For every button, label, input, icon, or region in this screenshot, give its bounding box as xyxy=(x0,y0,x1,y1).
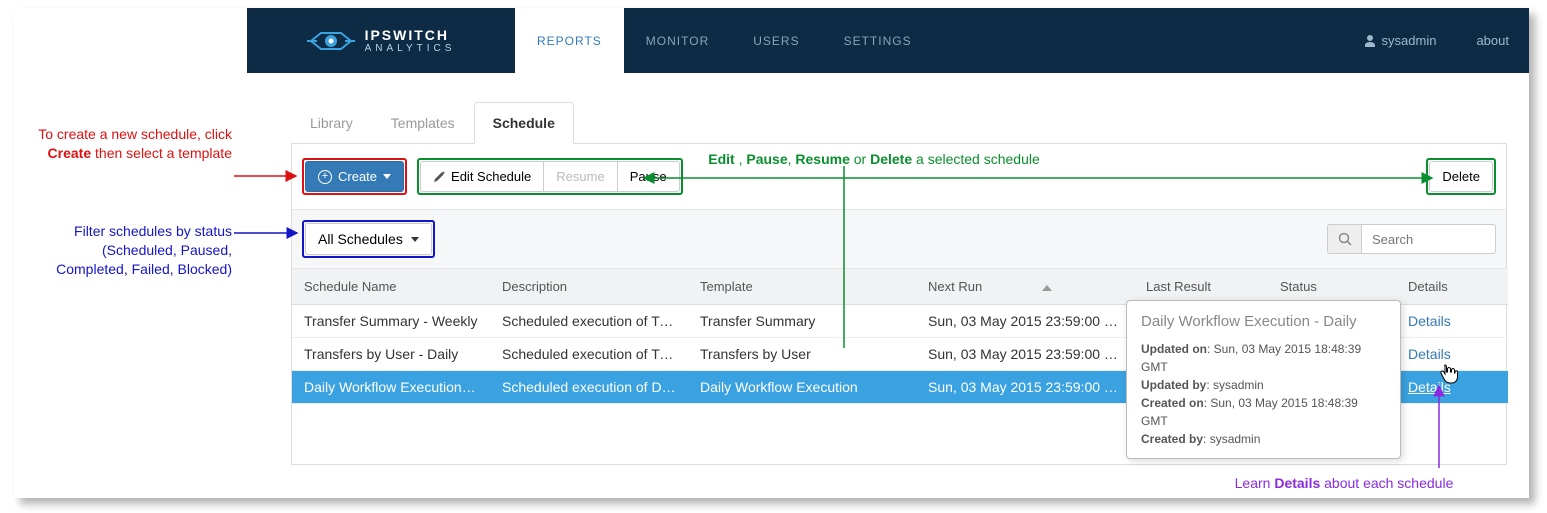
nav-user[interactable]: sysadmin xyxy=(1344,33,1457,48)
subtabs: Library Templates Schedule xyxy=(291,73,1507,144)
tooltip-title: Daily Workflow Execution - Daily xyxy=(1141,311,1386,334)
cell-next: Sun, 03 May 2015 23:59:00 GMT xyxy=(916,305,1134,338)
delete-highlight: Delete xyxy=(1426,158,1496,195)
cell-name: Transfers by User - Daily xyxy=(292,338,490,371)
col-template[interactable]: Template xyxy=(688,269,916,305)
tab-templates[interactable]: Templates xyxy=(372,102,474,144)
top-nav: IPSWITCH ANALYTICS REPORTS MONITOR USERS… xyxy=(14,8,1529,73)
cell-next: Sun, 03 May 2015 23:59:00 GMT xyxy=(916,338,1134,371)
search-input[interactable] xyxy=(1361,224,1496,254)
col-schedule-name[interactable]: Schedule Name xyxy=(292,269,490,305)
filter-row: All Schedules xyxy=(292,209,1506,269)
nav-settings[interactable]: SETTINGS xyxy=(822,8,934,73)
col-details[interactable]: Details xyxy=(1396,269,1490,305)
filter-highlight: All Schedules xyxy=(302,220,435,258)
details-tooltip: Daily Workflow Execution - Daily Updated… xyxy=(1126,300,1401,459)
cell-template: Transfer Summary xyxy=(688,305,916,338)
nav-user-label: sysadmin xyxy=(1382,33,1437,48)
tab-library[interactable]: Library xyxy=(291,102,372,144)
sort-asc-icon xyxy=(1042,285,1052,291)
edit-schedule-button[interactable]: Edit Schedule xyxy=(420,161,544,192)
annotation-create: To create a new schedule, click Create t… xyxy=(32,125,232,163)
annotation-filter: Filter schedules by status (Scheduled, P… xyxy=(32,222,232,279)
nav-about[interactable]: about xyxy=(1456,33,1529,48)
edit-label: Edit Schedule xyxy=(451,169,531,184)
tab-schedule[interactable]: Schedule xyxy=(474,102,574,144)
plus-icon: + xyxy=(318,170,332,184)
pencil-icon xyxy=(433,171,445,183)
caret-down-icon xyxy=(383,174,391,179)
search-button[interactable] xyxy=(1327,224,1361,254)
annotation-actions: Edit , Pause, Resume or Delete a selecte… xyxy=(634,150,1114,169)
details-link[interactable]: Details xyxy=(1408,379,1451,395)
create-highlight: + Create xyxy=(302,158,407,195)
filter-dropdown[interactable]: All Schedules xyxy=(305,223,432,255)
create-label: Create xyxy=(338,169,377,184)
cell-template: Transfers by User xyxy=(688,338,916,371)
brand-logo: IPSWITCH ANALYTICS xyxy=(247,8,515,73)
brand-line1: IPSWITCH xyxy=(365,27,456,43)
details-link[interactable]: Details xyxy=(1408,313,1451,329)
logo-icon xyxy=(307,24,355,58)
cell-desc: Scheduled execution of Tran… xyxy=(490,305,688,338)
col-description[interactable]: Description xyxy=(490,269,688,305)
nav-reports[interactable]: REPORTS xyxy=(515,8,624,73)
search-icon xyxy=(1338,232,1352,246)
cell-next: Sun, 03 May 2015 23:59:00 GMT xyxy=(916,371,1134,404)
cell-name: Transfer Summary - Weekly xyxy=(292,305,490,338)
search xyxy=(1327,224,1496,254)
annotation-details: Learn Details about each schedule xyxy=(1194,474,1494,493)
nav-users[interactable]: USERS xyxy=(731,8,821,73)
brand-line2: ANALYTICS xyxy=(365,43,456,54)
cell-name: Daily Workflow Execution - D… xyxy=(292,371,490,404)
caret-down-icon xyxy=(411,237,419,242)
create-button[interactable]: + Create xyxy=(305,161,404,192)
col-next-run[interactable]: Next Run xyxy=(916,269,1134,305)
user-icon xyxy=(1364,35,1376,47)
details-link[interactable]: Details xyxy=(1408,346,1451,362)
cell-template: Daily Workflow Execution xyxy=(688,371,916,404)
filter-label: All Schedules xyxy=(318,231,403,247)
nav-monitor[interactable]: MONITOR xyxy=(624,8,731,73)
cell-desc: Scheduled execution of Tran… xyxy=(490,338,688,371)
delete-button[interactable]: Delete xyxy=(1429,161,1493,192)
resume-button[interactable]: Resume xyxy=(544,161,617,192)
cell-desc: Scheduled execution of Daily… xyxy=(490,371,688,404)
